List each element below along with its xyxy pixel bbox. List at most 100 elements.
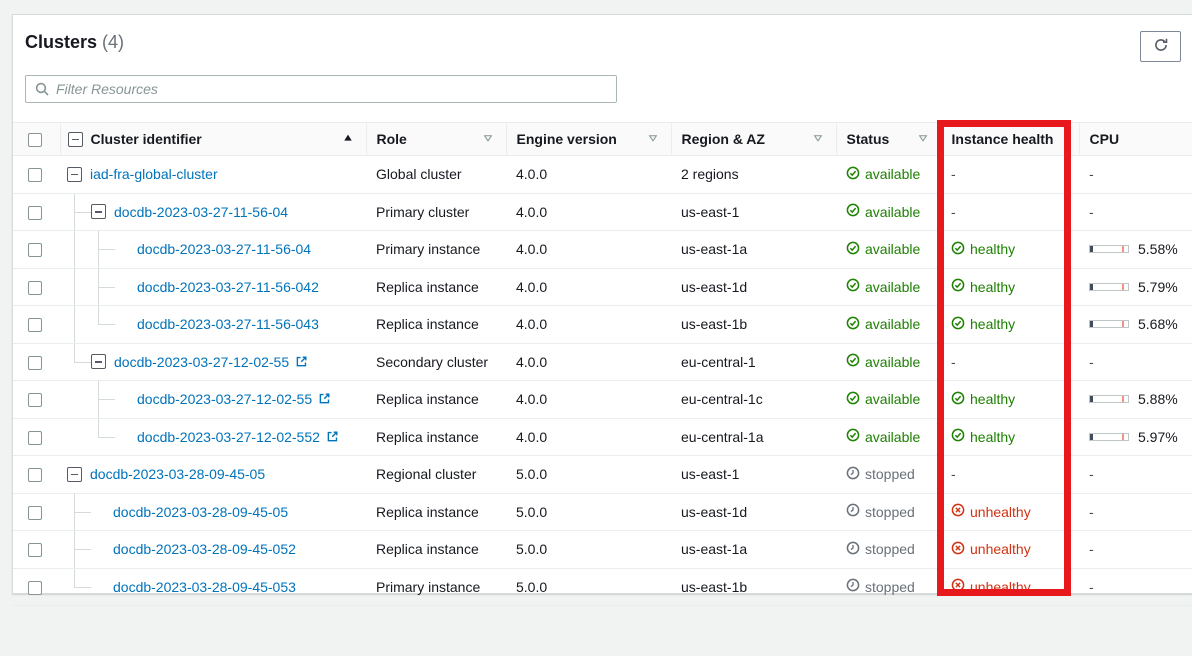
health-status: unhealthy [951, 541, 1069, 558]
region-az-cell: us-east-1 [671, 456, 836, 494]
role-cell: Replica instance [366, 418, 506, 456]
refresh-button[interactable] [1140, 31, 1181, 62]
row-checkbox[interactable] [28, 543, 42, 557]
status-cell: stopped [846, 541, 931, 558]
collapse-toggle[interactable] [91, 204, 106, 219]
select-all-checkbox[interactable] [28, 133, 42, 147]
cpu-bar [1089, 245, 1129, 253]
filter-resources-input[interactable] [25, 75, 617, 103]
cpu-value: 5.79% [1138, 279, 1178, 295]
status-cell: available [846, 278, 931, 295]
region-az-cell: us-east-1b [671, 568, 836, 606]
status-label: available [865, 166, 920, 182]
tree-connector [91, 231, 115, 268]
table-row: docdb-2023-03-27-11-56-04 Primary instan… [13, 231, 1192, 269]
status-label: available [865, 354, 920, 370]
cluster-link[interactable]: docdb-2023-03-28-09-45-05 [113, 504, 288, 520]
health-status: healthy [951, 428, 1069, 445]
cluster-link[interactable]: docdb-2023-03-27-12-02-552 [137, 429, 320, 445]
health-label: unhealthy [970, 579, 1031, 595]
column-header-region[interactable]: Region & AZ [671, 123, 836, 156]
column-label-health: Instance health [952, 131, 1054, 147]
cpu-bar [1089, 433, 1129, 441]
status-cell: available [846, 353, 931, 370]
health-status: unhealthy [951, 503, 1069, 520]
region-az-cell: eu-central-1a [671, 418, 836, 456]
collapse-all-toggle[interactable] [68, 132, 83, 147]
cluster-link[interactable]: docdb-2023-03-27-11-56-04 [114, 204, 288, 220]
collapse-toggle[interactable] [67, 167, 82, 182]
row-checkbox[interactable] [28, 431, 42, 445]
sort-icon-engine [647, 131, 659, 147]
region-az-cell: eu-central-1 [671, 343, 836, 381]
region-az-cell: us-east-1a [671, 231, 836, 269]
healthy-icon [951, 278, 965, 295]
row-checkbox[interactable] [28, 356, 42, 370]
region-az-cell: eu-central-1c [671, 381, 836, 419]
collapse-toggle[interactable] [67, 467, 82, 482]
health-label: unhealthy [970, 504, 1031, 520]
role-cell: Secondary cluster [366, 343, 506, 381]
column-label-engine: Engine version [517, 131, 617, 147]
cpu-value: 5.68% [1138, 316, 1178, 332]
cluster-link[interactable]: docdb-2023-03-27-12-02-55 [114, 354, 289, 370]
external-link-icon [318, 392, 331, 408]
unhealthy-icon [951, 541, 965, 558]
table-header-row: Cluster identifier Role Engine version Reg… [13, 123, 1192, 156]
available-icon [846, 241, 860, 258]
select-all-header [13, 123, 60, 156]
row-checkbox[interactable] [28, 318, 42, 332]
column-header-id[interactable]: Cluster identifier [60, 123, 366, 156]
column-header-cpu: CPU [1079, 123, 1192, 156]
healthy-icon [951, 428, 965, 445]
card-header: Clusters (4) [13, 15, 1192, 62]
stopped-icon [846, 503, 860, 520]
role-cell: Regional cluster [366, 456, 506, 494]
row-checkbox[interactable] [28, 393, 42, 407]
cluster-link[interactable]: docdb-2023-03-28-09-45-052 [113, 541, 296, 557]
engine-version-cell: 4.0.0 [506, 381, 671, 419]
role-cell: Primary instance [366, 231, 506, 269]
unhealthy-icon [951, 503, 965, 520]
status-cell: stopped [846, 466, 931, 483]
page-title: Clusters (4) [25, 32, 124, 52]
cluster-link[interactable]: docdb-2023-03-27-11-56-043 [137, 316, 319, 332]
row-checkbox[interactable] [28, 506, 42, 520]
column-header-status[interactable]: Status [836, 123, 941, 156]
cluster-link[interactable]: docdb-2023-03-27-11-56-04 [137, 241, 311, 257]
engine-version-cell: 4.0.0 [506, 156, 671, 194]
row-checkbox[interactable] [28, 281, 42, 295]
health-label: healthy [970, 241, 1015, 257]
row-checkbox[interactable] [28, 468, 42, 482]
table-row: docdb-2023-03-27-11-56-042 Replica insta… [13, 268, 1192, 306]
column-header-role[interactable]: Role [366, 123, 506, 156]
region-az-cell: us-east-1a [671, 531, 836, 569]
collapse-toggle[interactable] [91, 354, 106, 369]
status-label: stopped [865, 579, 915, 595]
clusters-table: Cluster identifier Role Engine version Reg… [13, 122, 1192, 606]
column-header-engine[interactable]: Engine version [506, 123, 671, 156]
row-checkbox[interactable] [28, 243, 42, 257]
cluster-link[interactable]: docdb-2023-03-27-11-56-042 [137, 279, 319, 295]
status-label: available [865, 241, 920, 257]
available-icon [846, 203, 860, 220]
row-checkbox[interactable] [28, 206, 42, 220]
cluster-link[interactable]: iad-fra-global-cluster [90, 166, 218, 182]
stopped-icon [846, 466, 860, 483]
sort-icon-status [917, 131, 929, 147]
external-link-icon [295, 355, 308, 371]
available-icon [846, 316, 860, 333]
status-cell: available [846, 391, 931, 408]
health-status: healthy [951, 278, 1069, 295]
row-checkbox[interactable] [28, 581, 42, 595]
status-label: stopped [865, 466, 915, 482]
table-row: docdb-2023-03-27-12-02-552 Replica insta… [13, 418, 1192, 456]
health-empty: - [951, 354, 956, 370]
row-checkbox[interactable] [28, 168, 42, 182]
sort-icon-region [812, 131, 824, 147]
cluster-link[interactable]: docdb-2023-03-28-09-45-05 [90, 466, 265, 482]
sort-icon-role [482, 131, 494, 147]
region-az-cell: us-east-1 [671, 193, 836, 231]
cluster-link[interactable]: docdb-2023-03-28-09-45-053 [113, 579, 296, 595]
cluster-link[interactable]: docdb-2023-03-27-12-02-55 [137, 391, 312, 407]
